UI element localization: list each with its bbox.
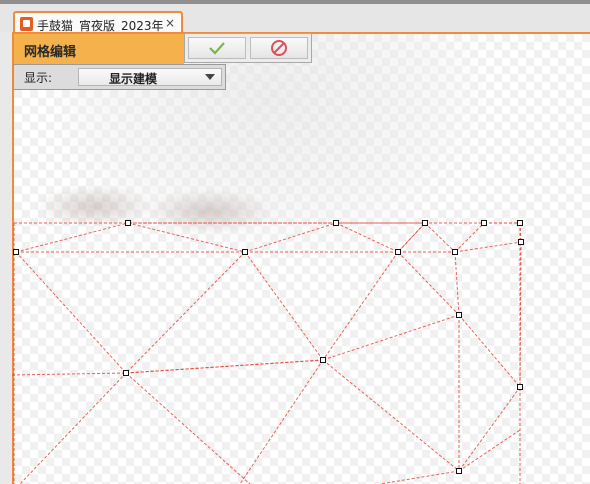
mesh-edge xyxy=(454,222,485,253)
mesh-edges xyxy=(11,222,522,484)
mesh-edge xyxy=(19,372,127,484)
mesh-vertex[interactable] xyxy=(452,249,458,255)
chevron-down-icon xyxy=(205,74,215,80)
mesh-vertex[interactable] xyxy=(456,312,462,318)
display-mode-select[interactable]: 显示建模 xyxy=(78,68,222,86)
display-label: 显示: xyxy=(24,71,53,85)
mesh-edge xyxy=(458,429,521,472)
mesh-vertex[interactable] xyxy=(422,220,428,226)
mesh-vertex[interactable] xyxy=(481,220,487,226)
mesh-vertex[interactable] xyxy=(333,220,339,226)
mesh-vertex[interactable] xyxy=(518,239,524,245)
mesh-edge xyxy=(424,222,456,253)
cancel-button[interactable] xyxy=(250,37,308,59)
mesh-vertex[interactable] xyxy=(123,370,129,376)
mesh-edge xyxy=(335,222,399,253)
mesh-edge xyxy=(125,251,246,374)
checkmark-icon xyxy=(209,42,225,55)
display-mode-row: 显示: 显示建模 xyxy=(13,64,226,90)
mesh-vertex[interactable] xyxy=(242,249,248,255)
mesh-vertex[interactable] xyxy=(395,249,401,255)
no-entry-icon xyxy=(271,40,287,56)
mesh-vertex[interactable] xyxy=(517,220,523,226)
mesh-edge xyxy=(244,251,324,361)
mesh-edge xyxy=(11,372,127,376)
mesh-vertex[interactable] xyxy=(320,357,326,363)
mesh-edge xyxy=(458,314,521,388)
mesh-vertex[interactable] xyxy=(517,384,523,390)
mesh-vertices[interactable] xyxy=(13,220,524,474)
mesh-edge xyxy=(239,359,324,484)
mesh-vertex[interactable] xyxy=(456,468,462,474)
mesh-edge xyxy=(322,359,460,472)
display-mode-value: 显示建模 xyxy=(109,72,158,86)
mesh-edit-title: 网格编辑 xyxy=(14,34,184,64)
mesh-edge xyxy=(454,251,460,316)
mesh-edge xyxy=(15,222,129,253)
mesh-edge xyxy=(244,222,337,253)
mesh-edge xyxy=(322,314,460,361)
mesh-edge xyxy=(458,386,521,472)
mesh-edge xyxy=(397,251,460,316)
mesh-edge xyxy=(125,372,251,484)
mesh-edge xyxy=(127,222,246,253)
panel-actions xyxy=(184,33,312,63)
mesh-vertex[interactable] xyxy=(13,249,19,255)
mesh-edge xyxy=(322,251,399,361)
confirm-button[interactable] xyxy=(188,37,246,59)
mesh-edge xyxy=(379,470,460,484)
mesh-edge xyxy=(454,241,522,253)
mesh-vertex[interactable] xyxy=(125,220,131,226)
mesh-edge xyxy=(15,251,127,374)
